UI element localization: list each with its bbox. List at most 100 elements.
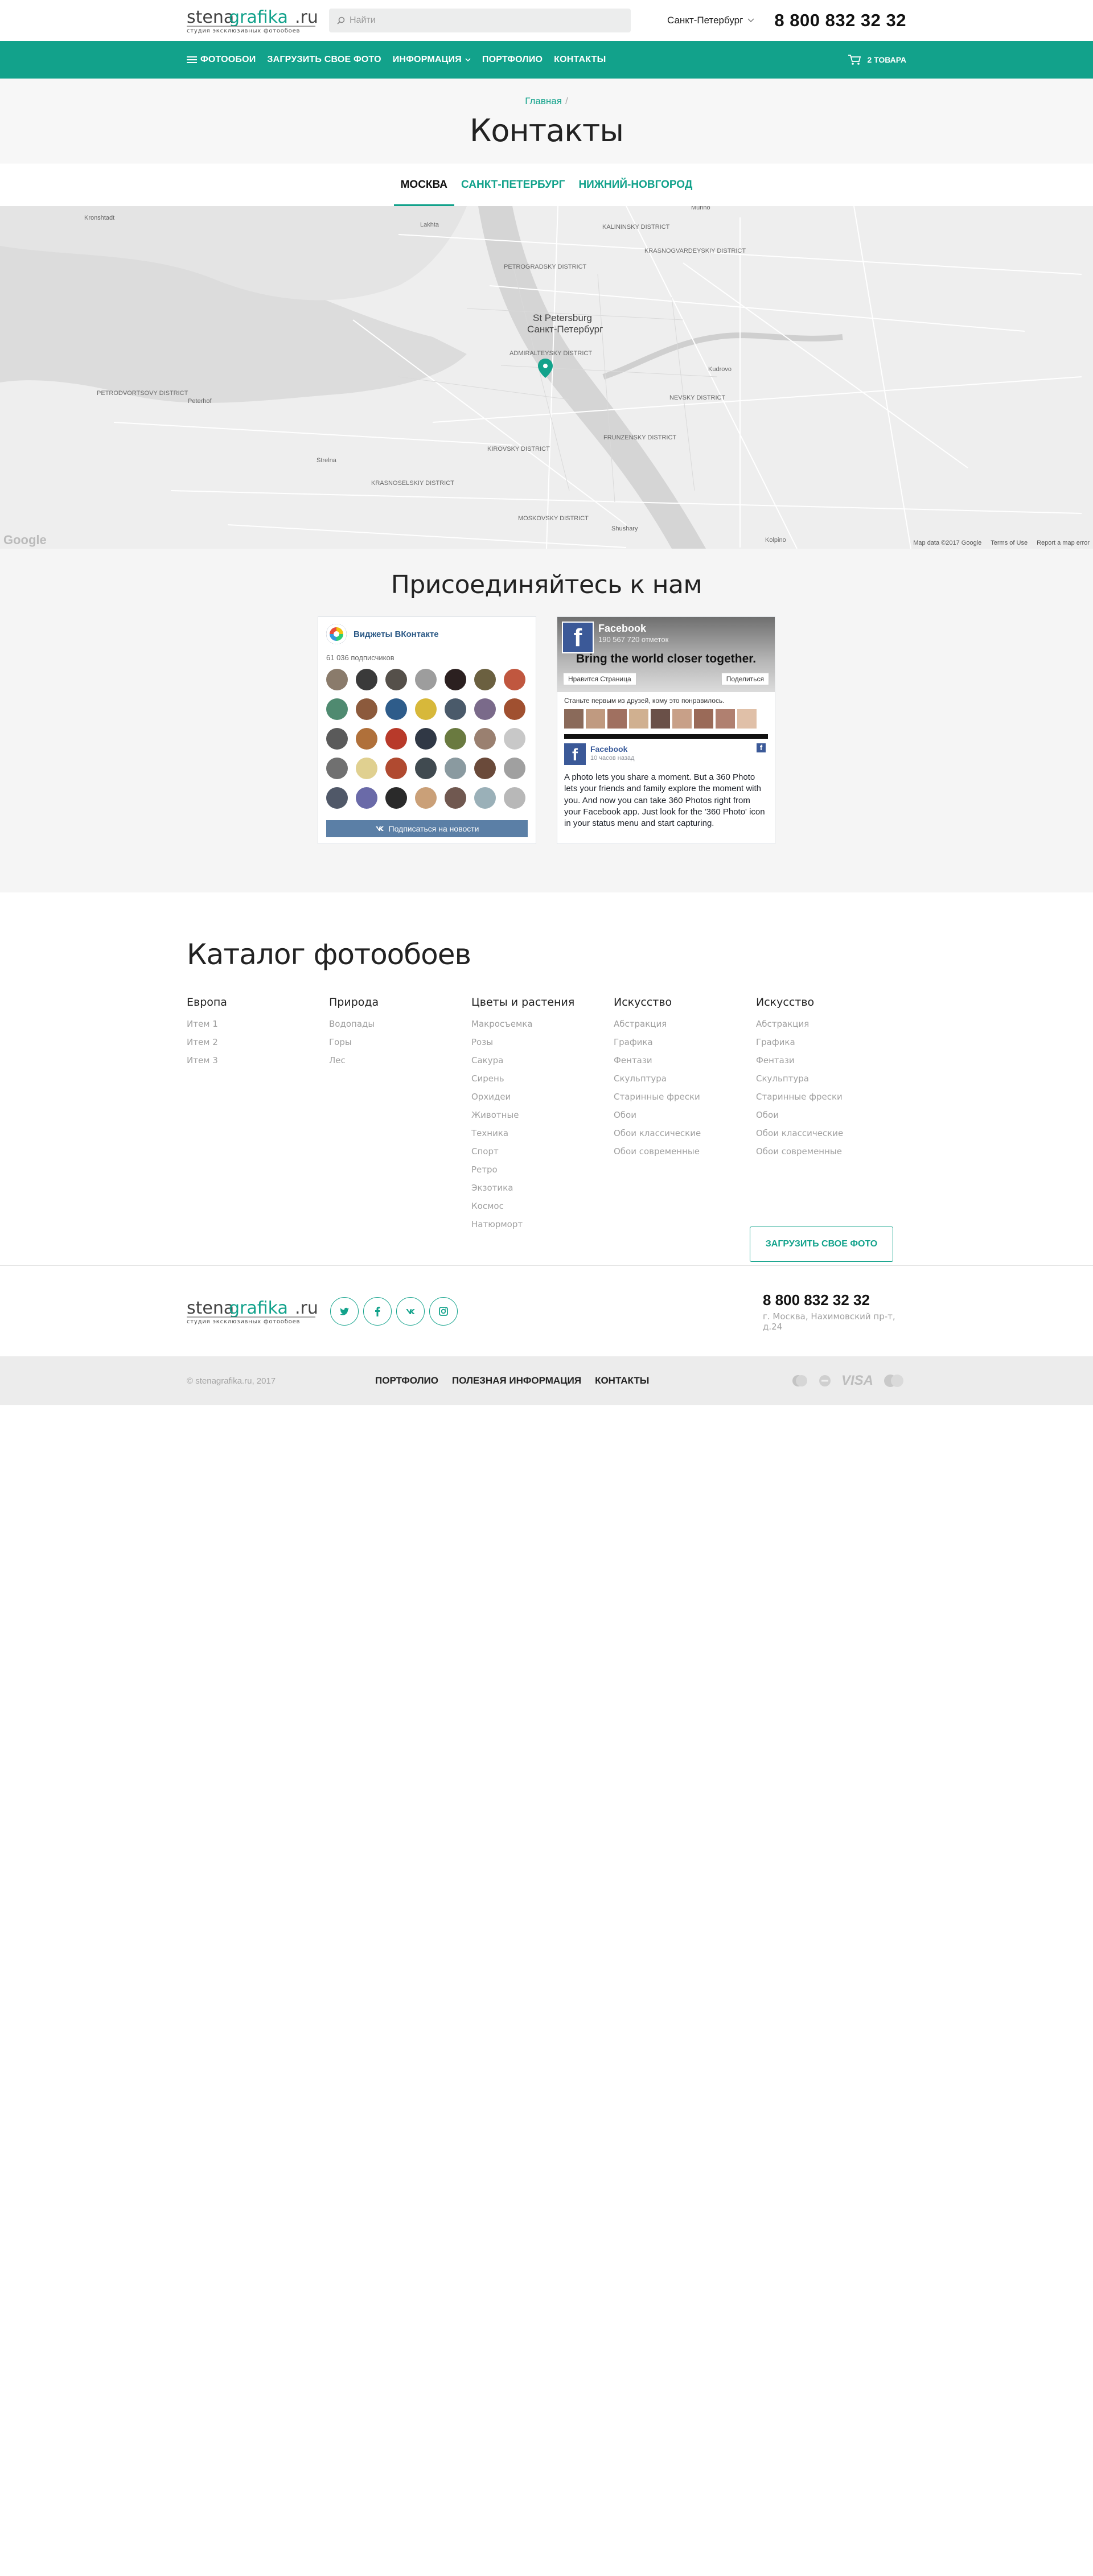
- header-phone[interactable]: 8 800 832 32 32: [774, 10, 906, 31]
- vk-subscribe-button[interactable]: Подписаться на новости: [326, 820, 528, 837]
- nav-item-portfolio[interactable]: Портфолио: [482, 55, 543, 65]
- catalog-column-heading[interactable]: Цветы и растения: [471, 996, 614, 1009]
- avatar[interactable]: [385, 698, 407, 720]
- catalog-link[interactable]: Обои классические: [614, 1128, 756, 1138]
- vk-group-title[interactable]: Виджеты ВКонтакте: [354, 629, 439, 639]
- catalog-column-heading[interactable]: Искусство: [756, 996, 898, 1009]
- catalog-link[interactable]: Горы: [329, 1037, 471, 1047]
- avatar[interactable]: [415, 698, 437, 720]
- avatar[interactable]: [356, 758, 377, 779]
- avatar[interactable]: [564, 709, 584, 729]
- catalog-link[interactable]: Космос: [471, 1201, 614, 1211]
- avatar[interactable]: [326, 787, 348, 809]
- breadcrumb-home-link[interactable]: Главная: [525, 96, 562, 106]
- catalog-link[interactable]: Орхидеи: [471, 1092, 614, 1102]
- catalog-column-heading[interactable]: Искусство: [614, 996, 756, 1009]
- avatar[interactable]: [385, 787, 407, 809]
- catalog-link[interactable]: Водопады: [329, 1019, 471, 1029]
- catalog-link[interactable]: Старинные фрески: [756, 1092, 898, 1102]
- catalog-link[interactable]: Фентази: [756, 1055, 898, 1065]
- vk-group-avatar[interactable]: [326, 624, 347, 644]
- catalog-link[interactable]: Сакура: [471, 1055, 614, 1065]
- catalog-link[interactable]: Макросъемка: [471, 1019, 614, 1029]
- catalog-link[interactable]: Сирень: [471, 1073, 614, 1084]
- avatar[interactable]: [629, 709, 648, 729]
- catalog-link[interactable]: Скульптура: [756, 1073, 898, 1084]
- catalog-link[interactable]: Натюрморт: [471, 1219, 614, 1229]
- avatar[interactable]: [415, 787, 437, 809]
- avatar[interactable]: [694, 709, 713, 729]
- tab-nizhny-novgorod[interactable]: Нижний-Новгород: [572, 163, 699, 207]
- upload-photo-button[interactable]: Загрузить свое фото: [750, 1227, 893, 1262]
- catalog-link[interactable]: Обои: [756, 1110, 898, 1120]
- catalog-link[interactable]: Животные: [471, 1110, 614, 1120]
- fb-post-author[interactable]: Facebook: [590, 744, 634, 754]
- avatar[interactable]: [326, 728, 348, 750]
- avatar[interactable]: [415, 669, 437, 690]
- search-input[interactable]: Найти: [329, 9, 631, 32]
- avatar[interactable]: [474, 787, 496, 809]
- avatar[interactable]: [326, 669, 348, 690]
- avatar[interactable]: [474, 728, 496, 750]
- catalog-link[interactable]: Спорт: [471, 1146, 614, 1157]
- avatar[interactable]: [385, 758, 407, 779]
- avatar[interactable]: [474, 698, 496, 720]
- site-logo[interactable]: stena grafika .ru студия эксклюзивных фо…: [187, 7, 318, 34]
- catalog-link[interactable]: Итем 3: [187, 1055, 329, 1065]
- vk-icon[interactable]: [396, 1297, 425, 1326]
- avatar[interactable]: [326, 698, 348, 720]
- catalog-link[interactable]: Итем 2: [187, 1037, 329, 1047]
- facebook-icon[interactable]: f: [562, 622, 594, 653]
- footer-link-portfolio[interactable]: Портфолио: [375, 1375, 438, 1386]
- catalog-link[interactable]: Техника: [471, 1128, 614, 1138]
- catalog-link[interactable]: Обои классические: [756, 1128, 898, 1138]
- avatar[interactable]: [356, 787, 377, 809]
- twitter-icon[interactable]: [330, 1297, 359, 1326]
- terms-link[interactable]: Terms of Use: [991, 540, 1028, 546]
- avatar[interactable]: [672, 709, 692, 729]
- avatar[interactable]: [356, 669, 377, 690]
- instagram-icon[interactable]: [429, 1297, 458, 1326]
- avatar[interactable]: [385, 728, 407, 750]
- avatar[interactable]: [586, 709, 605, 729]
- catalog-column-heading[interactable]: Европа: [187, 996, 329, 1009]
- facebook-icon[interactable]: [363, 1297, 392, 1326]
- tab-moscow[interactable]: Москва: [393, 163, 455, 207]
- fb-page-name[interactable]: Facebook: [598, 623, 646, 635]
- avatar[interactable]: [651, 709, 670, 729]
- nav-item-contacts[interactable]: Контакты: [554, 55, 606, 65]
- avatar[interactable]: [504, 728, 525, 750]
- footer-link-useful-info[interactable]: Полезная информация: [452, 1375, 581, 1386]
- fb-post-time[interactable]: 10 часов назад: [590, 755, 634, 762]
- catalog-link[interactable]: Абстракция: [756, 1019, 898, 1029]
- avatar[interactable]: [474, 669, 496, 690]
- map[interactable]: St Petersburg Санкт-Петербург PETROGRADS…: [0, 206, 1093, 549]
- avatar[interactable]: [504, 669, 525, 690]
- avatar[interactable]: [737, 709, 757, 729]
- nav-item-upload[interactable]: Загрузить свое фото: [267, 55, 381, 65]
- avatar[interactable]: [385, 669, 407, 690]
- avatar[interactable]: [504, 787, 525, 809]
- footer-phone[interactable]: 8 800 832 32 32: [763, 1291, 906, 1309]
- nav-item-photowallpapers[interactable]: Фотообои: [187, 55, 256, 65]
- avatar[interactable]: [415, 758, 437, 779]
- catalog-link[interactable]: Лес: [329, 1055, 471, 1065]
- report-error-link[interactable]: Report a map error: [1037, 540, 1090, 546]
- catalog-link[interactable]: Розы: [471, 1037, 614, 1047]
- avatar[interactable]: [504, 698, 525, 720]
- avatar[interactable]: [445, 669, 466, 690]
- facebook-icon[interactable]: f: [564, 743, 586, 765]
- avatar[interactable]: [474, 758, 496, 779]
- catalog-link[interactable]: Фентази: [614, 1055, 756, 1065]
- catalog-link[interactable]: Абстракция: [614, 1019, 756, 1029]
- footer-logo[interactable]: stena grafika .ru студия эксклюзивных фо…: [187, 1298, 318, 1325]
- catalog-link[interactable]: Старинные фрески: [614, 1092, 756, 1102]
- catalog-link[interactable]: Графика: [756, 1037, 898, 1047]
- catalog-link[interactable]: Экзотика: [471, 1183, 614, 1193]
- fb-cover-image[interactable]: f Facebook 190 567 720 отметок Bring the…: [557, 617, 775, 692]
- catalog-column-heading[interactable]: Природа: [329, 996, 471, 1009]
- catalog-link[interactable]: Обои: [614, 1110, 756, 1120]
- avatar[interactable]: [445, 728, 466, 750]
- avatar[interactable]: [356, 698, 377, 720]
- fb-like-page-button[interactable]: Нравится Страница: [563, 673, 636, 685]
